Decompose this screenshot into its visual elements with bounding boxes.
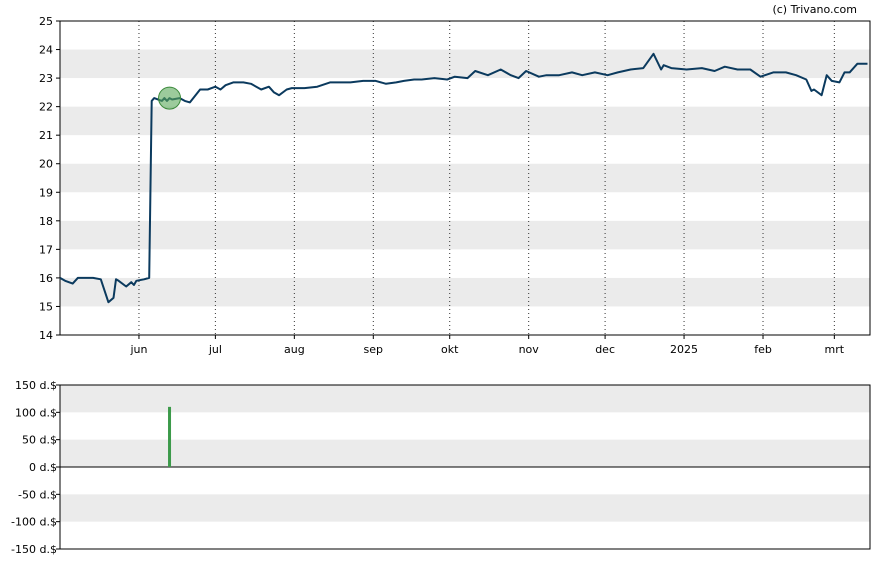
y-tick-label: 21 (39, 129, 53, 142)
x-tick-label: mrt (825, 343, 845, 356)
main-chart-x-ticks: jun jul aug sep okt nov dec 2025 feb mrt (129, 335, 845, 356)
y-tick-label: 23 (39, 72, 53, 85)
volume-y-tick-label: 0 d.$ (29, 461, 57, 474)
credit-label: (c) Trivano.com (772, 3, 857, 16)
y-tick-label: 25 (39, 15, 53, 28)
y-tick-label: 17 (39, 243, 53, 256)
main-chart-bands (60, 49, 870, 307)
volume-chart-y-ticks: 150 d.$ 100 d.$ 50 d.$ 0 d.$ -50 d.$ -100 d.$… (11, 379, 60, 556)
volume-bar (168, 406, 172, 467)
main-band (60, 277, 870, 307)
volume-y-tick-label: 100 d.$ (15, 406, 57, 419)
volume-chart-bands (60, 385, 870, 522)
x-tick-label: dec (595, 343, 615, 356)
y-tick-label: 20 (39, 158, 53, 171)
y-tick-label: 24 (39, 44, 53, 57)
volume-band (60, 439, 870, 467)
y-tick-label: 19 (39, 186, 53, 199)
volume-y-tick-label: -150 d.$ (11, 543, 57, 556)
main-band (60, 163, 870, 193)
chart-svg: 14 15 16 17 18 19 20 21 22 23 24 25 jun jul aug sep okt… (11, 3, 871, 556)
x-tick-label: aug (284, 343, 305, 356)
x-tick-label: sep (364, 343, 383, 356)
main-chart-y-ticks: 14 15 16 17 18 19 20 21 22 23 24 25 (39, 15, 60, 342)
x-tick-label: jun (129, 343, 147, 356)
event-marker (158, 86, 182, 110)
main-chart-marker (158, 86, 182, 110)
x-tick-label: okt (441, 343, 459, 356)
volume-y-tick-label: -50 d.$ (18, 488, 57, 501)
volume-band (60, 494, 870, 522)
x-tick-label: feb (754, 343, 772, 356)
y-tick-label: 16 (39, 272, 53, 285)
y-tick-label: 14 (39, 329, 53, 342)
volume-y-tick-label: 150 d.$ (15, 379, 57, 392)
volume-band (60, 385, 870, 413)
x-tick-label: 2025 (670, 343, 698, 356)
main-band (60, 49, 870, 79)
volume-y-tick-label: 50 d.$ (22, 434, 57, 447)
volume-chart-bars (168, 406, 172, 467)
y-tick-label: 18 (39, 215, 53, 228)
y-tick-label: 22 (39, 101, 53, 114)
x-tick-label: nov (519, 343, 540, 356)
main-band (60, 106, 870, 136)
chart-stage: 14 15 16 17 18 19 20 21 22 23 24 25 jun jul aug sep okt… (0, 0, 888, 565)
volume-y-tick-label: -100 d.$ (11, 516, 57, 529)
y-tick-label: 15 (39, 300, 53, 313)
main-band (60, 220, 870, 250)
x-tick-label: jul (208, 343, 222, 356)
